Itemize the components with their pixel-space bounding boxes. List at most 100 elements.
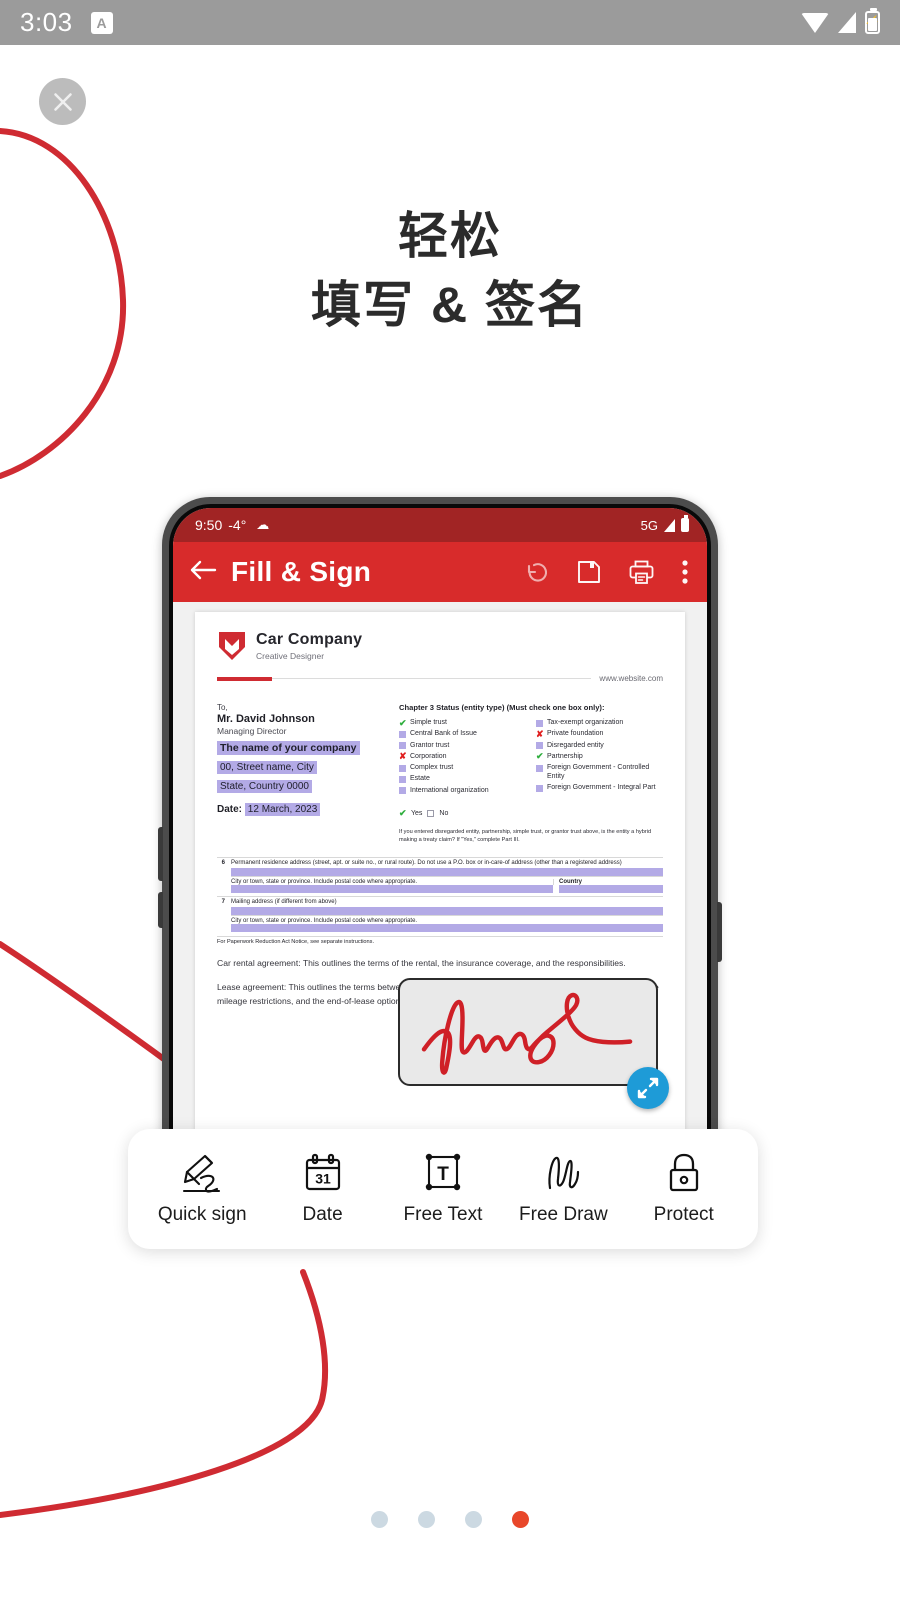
chapter-title: Chapter 3 Status (entity type) (Must che… xyxy=(399,703,605,712)
cellular-signal-icon xyxy=(664,518,675,532)
form-subrow-6: City or town, state or province. Include… xyxy=(231,876,663,886)
back-arrow-icon[interactable] xyxy=(189,558,217,587)
tool-free-draw[interactable]: Free Draw xyxy=(508,1152,618,1226)
checkbox-row[interactable]: ✘ Corporation xyxy=(399,751,526,762)
divider-accent xyxy=(217,676,272,681)
company-name: Car Company xyxy=(256,631,363,649)
tool-protect[interactable]: Protect xyxy=(629,1152,739,1226)
checkmark-icon: ✔ xyxy=(536,751,544,762)
filled-field-company[interactable]: The name of your company xyxy=(217,741,360,755)
checkbox-column-right: Tax-exempt organization ✘ Private foundat… xyxy=(536,719,663,798)
cross-icon: ✘ xyxy=(399,751,407,762)
svg-text:T: T xyxy=(437,1164,449,1185)
form-input-country[interactable] xyxy=(559,885,663,894)
checkbox-row[interactable]: Central Bank of Issue xyxy=(399,730,526,739)
quick-sign-icon xyxy=(179,1152,225,1194)
checkbox-row[interactable]: Disregarded entity xyxy=(536,742,663,751)
cross-icon: ✘ xyxy=(536,728,544,739)
onboarding-screen: 3:03 A ⚡ 轻松 填写 & 签名 9:50 -4° ☁ 5G Fill &… xyxy=(0,0,900,1600)
to-label: To, xyxy=(217,703,228,712)
checkbox-row[interactable]: Complex trust xyxy=(399,764,526,773)
wifi-icon xyxy=(801,12,829,33)
checkbox-row[interactable]: ✘ Private foundation xyxy=(536,728,663,739)
system-status-bar: 3:03 A ⚡ xyxy=(0,0,900,45)
form-input-field[interactable] xyxy=(231,868,663,877)
form-row-label: Permanent residence address (street, apt… xyxy=(231,860,622,867)
tool-date[interactable]: 31 Date xyxy=(268,1152,378,1226)
checkbox-label: Complex trust xyxy=(410,764,454,771)
recipient-name: Mr. David Johnson xyxy=(217,713,315,725)
checkbox-icon xyxy=(399,742,406,749)
close-button[interactable] xyxy=(39,78,86,125)
checkbox-row[interactable]: Tax-exempt organization xyxy=(536,719,663,728)
form-row-label: Mailing address (if different from above… xyxy=(231,899,337,906)
print-icon[interactable] xyxy=(628,559,655,586)
svg-text:31: 31 xyxy=(315,1171,331,1187)
volume-up-button xyxy=(158,827,163,881)
status-bar-icons: ⚡ xyxy=(801,8,881,34)
page-dot-3[interactable] xyxy=(465,1511,482,1528)
paperwork-note: For Paperwork Reduction Act Notice, see … xyxy=(217,936,663,945)
checkbox-row[interactable]: International organization xyxy=(399,787,526,796)
checkbox-row[interactable]: Estate xyxy=(399,775,526,784)
battery-icon xyxy=(681,515,689,532)
signature-annotation-box[interactable] xyxy=(398,978,658,1086)
phone-clock: 9:50 xyxy=(195,517,223,533)
form-input-row[interactable] xyxy=(231,924,663,933)
resize-handle-button[interactable] xyxy=(627,1067,669,1109)
filled-field-state[interactable]: State, Country 0000 xyxy=(217,780,312,793)
checkbox-row[interactable]: Foreign Government - Controlled Entity xyxy=(536,764,663,782)
app-bar-actions xyxy=(522,558,689,586)
checkbox-icon xyxy=(399,775,406,783)
checkbox-label: Simple trust xyxy=(410,719,447,726)
tool-label: Free Draw xyxy=(519,1204,608,1225)
signature-annotation xyxy=(421,992,633,1075)
form-subrow-7: City or town, state or province. Include… xyxy=(231,915,663,924)
tool-label: Quick sign xyxy=(157,1204,247,1225)
free-draw-icon xyxy=(542,1152,584,1194)
checkbox-label: Foreign Government - Controlled Entity xyxy=(547,764,650,780)
page-dot-2[interactable] xyxy=(418,1511,435,1528)
resize-handle-icon xyxy=(637,1077,659,1099)
status-bar-clock: 3:03 xyxy=(20,7,73,37)
page-dot-1[interactable] xyxy=(371,1511,388,1528)
app-bar: Fill & Sign xyxy=(173,542,707,602)
checkbox-label: International organization xyxy=(410,786,489,794)
phone-temperature: -4° xyxy=(228,517,247,533)
tool-quick-sign[interactable]: Quick sign xyxy=(147,1152,257,1226)
tool-free-text[interactable]: T Free Text xyxy=(388,1152,498,1226)
page-dot-4-active[interactable] xyxy=(512,1511,529,1528)
date-value[interactable]: 12 March, 2023 xyxy=(244,803,321,816)
recipient-role: Managing Director xyxy=(217,726,287,736)
checkbox-label: Partnership xyxy=(547,752,583,760)
checkbox-row[interactable]: ✔ Simple trust xyxy=(399,717,526,728)
checkbox-row[interactable]: Foreign Government - Integral Part xyxy=(536,784,663,793)
date-row: Date: 12 March, 2023 xyxy=(217,803,385,816)
undo-icon[interactable] xyxy=(522,558,550,586)
checkbox-row[interactable]: ✔ Partnership xyxy=(536,751,663,762)
checkbox-icon xyxy=(399,730,406,738)
checkbox-row[interactable]: Grantor trust xyxy=(399,742,526,751)
tool-label: Date xyxy=(302,1204,343,1225)
checkbox-icon xyxy=(399,764,406,772)
filled-field-street[interactable]: 00, Street name, City xyxy=(217,761,317,774)
document-address-block: To, Mr. David Johnson Managing Director … xyxy=(217,703,385,844)
tool-label: Protect xyxy=(653,1204,714,1225)
document-paragraph: Car rental agreement: This outlines the … xyxy=(217,958,626,969)
checkmark-icon: ✔ xyxy=(399,717,407,728)
form-input-field[interactable] xyxy=(231,885,553,894)
document-header: Car Company Creative Designer xyxy=(217,630,663,662)
yes-no-row[interactable]: ✔ Yes No xyxy=(399,809,663,818)
form-input-row[interactable] xyxy=(231,885,663,894)
more-options-icon[interactable] xyxy=(681,559,689,585)
form-input-field[interactable] xyxy=(231,924,663,933)
headline-line-2: 填写 & 签名 xyxy=(311,277,589,333)
power-button xyxy=(717,902,722,962)
company-website: www.website.com xyxy=(599,674,663,683)
phone-status-bar: 9:50 -4° ☁ 5G xyxy=(173,508,707,542)
document-status-block: Chapter 3 Status (entity type) (Must che… xyxy=(399,703,663,844)
form-row-number: 7 xyxy=(221,899,225,906)
form-input-field[interactable] xyxy=(231,907,663,916)
hybrid-note: If you entered disregarded entity, partn… xyxy=(399,829,652,844)
save-icon[interactable] xyxy=(576,559,602,585)
